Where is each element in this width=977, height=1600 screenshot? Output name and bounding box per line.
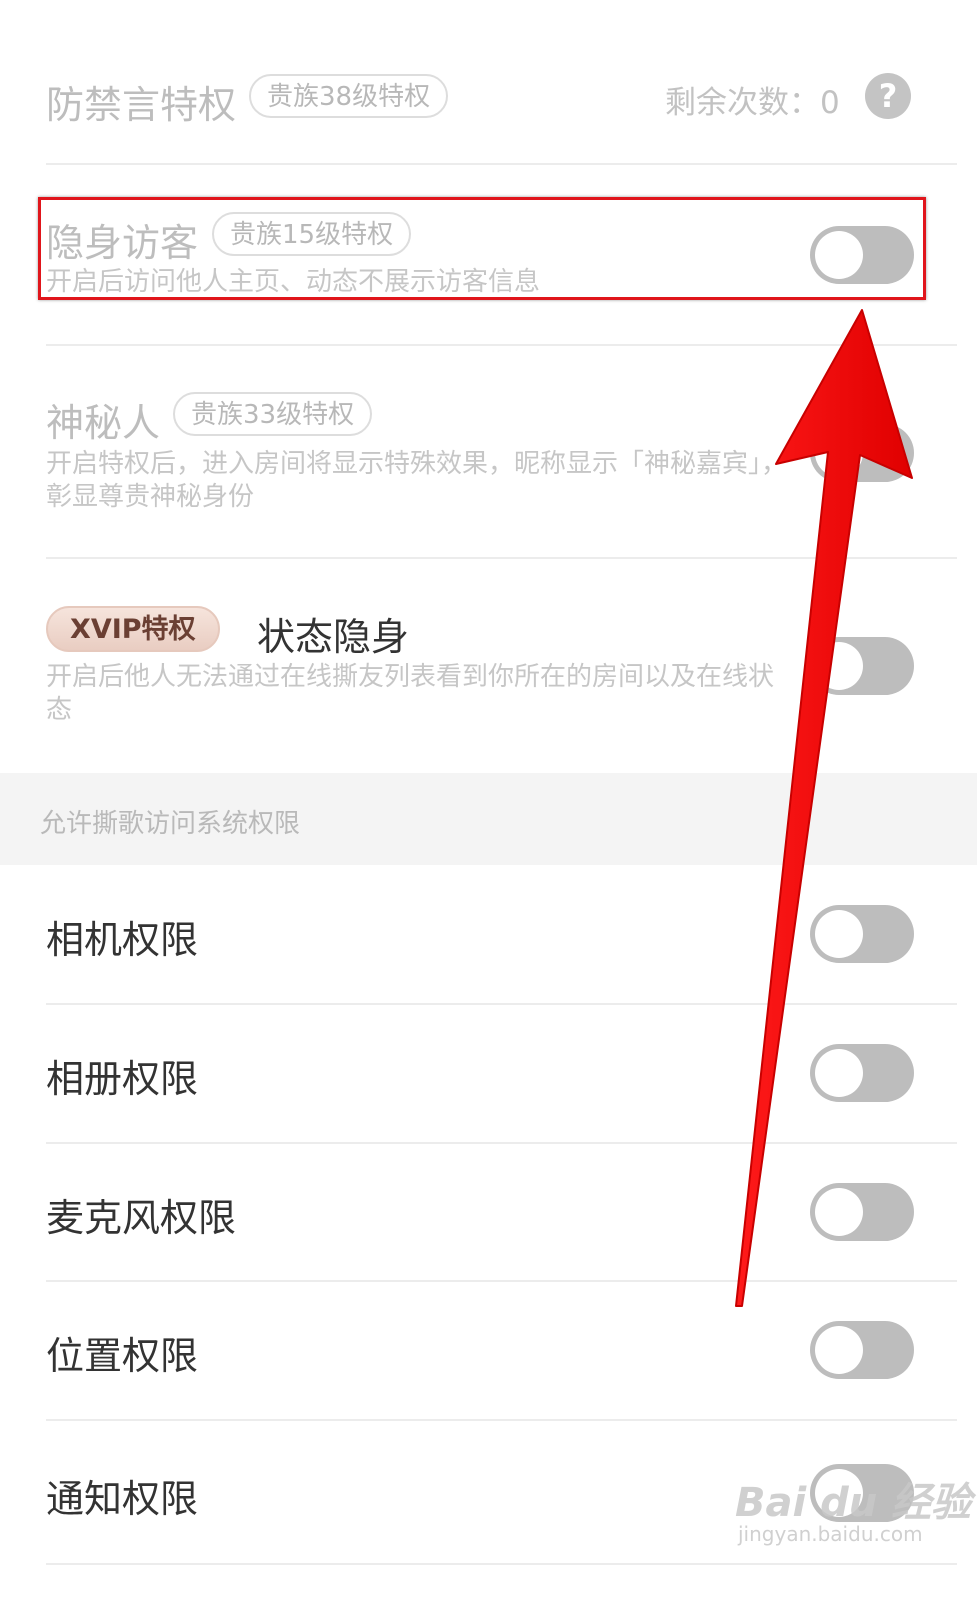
toggle-knob bbox=[815, 1326, 863, 1374]
anti-ban-title: 防禁言特权 bbox=[46, 83, 237, 127]
toggle-knob bbox=[815, 1049, 863, 1097]
mystery-person-description: 开启特权后，进入房间将显示特殊效果，昵称显示「神秘嘉宾」，彰显尊贵神秘身份 bbox=[46, 449, 788, 512]
system-permissions-header-label: 允许撕歌访问系统权限 bbox=[40, 809, 301, 839]
divider bbox=[46, 1563, 957, 1565]
divider bbox=[46, 344, 957, 346]
status-invisible-title: 状态隐身 bbox=[257, 615, 410, 659]
xvip-badge: XVIP特权 bbox=[46, 606, 220, 652]
microphone-permission-toggle[interactable] bbox=[810, 1183, 914, 1241]
baidu-watermark-url: jingyan.baidu.com bbox=[738, 1522, 923, 1546]
camera-permission-toggle[interactable] bbox=[810, 905, 914, 963]
permission-label-location: 位置权限 bbox=[46, 1334, 199, 1378]
toggle-knob bbox=[815, 1188, 863, 1236]
location-permission-toggle[interactable] bbox=[810, 1321, 914, 1379]
divider bbox=[46, 1419, 957, 1421]
permission-label-camera: 相机权限 bbox=[46, 918, 199, 962]
permission-label-notification: 通知权限 bbox=[46, 1477, 199, 1521]
anti-ban-level-tag: 贵族38级特权 bbox=[249, 74, 449, 118]
toggle-knob bbox=[815, 429, 863, 477]
toggle-knob bbox=[815, 910, 863, 958]
annotation-highlight-box bbox=[38, 197, 926, 300]
system-permissions-header: 允许撕歌访问系统权限 bbox=[0, 773, 977, 865]
baidu-watermark-logo: Bai du 经验 bbox=[735, 1480, 972, 1526]
mystery-person-title: 神秘人 bbox=[46, 401, 161, 445]
divider bbox=[46, 1003, 957, 1005]
mystery-person-toggle[interactable] bbox=[810, 424, 914, 482]
divider bbox=[46, 1280, 957, 1282]
toggle-knob bbox=[815, 642, 863, 690]
permission-label-album: 相册权限 bbox=[46, 1057, 199, 1101]
status-invisible-description: 开启后他人无法通过在线撕友列表看到你所在的房间以及在线状态 bbox=[46, 662, 775, 725]
mystery-person-level-tag: 贵族33级特权 bbox=[173, 392, 373, 436]
anti-ban-remaining: 剩余次数：0 bbox=[665, 85, 840, 121]
album-permission-toggle[interactable] bbox=[810, 1044, 914, 1102]
divider bbox=[46, 1142, 957, 1144]
divider bbox=[46, 163, 957, 165]
divider bbox=[46, 557, 957, 559]
status-invisible-toggle[interactable] bbox=[810, 637, 914, 695]
help-circle-icon[interactable]: ? bbox=[865, 73, 911, 119]
permission-label-microphone: 麦克风权限 bbox=[46, 1196, 237, 1240]
